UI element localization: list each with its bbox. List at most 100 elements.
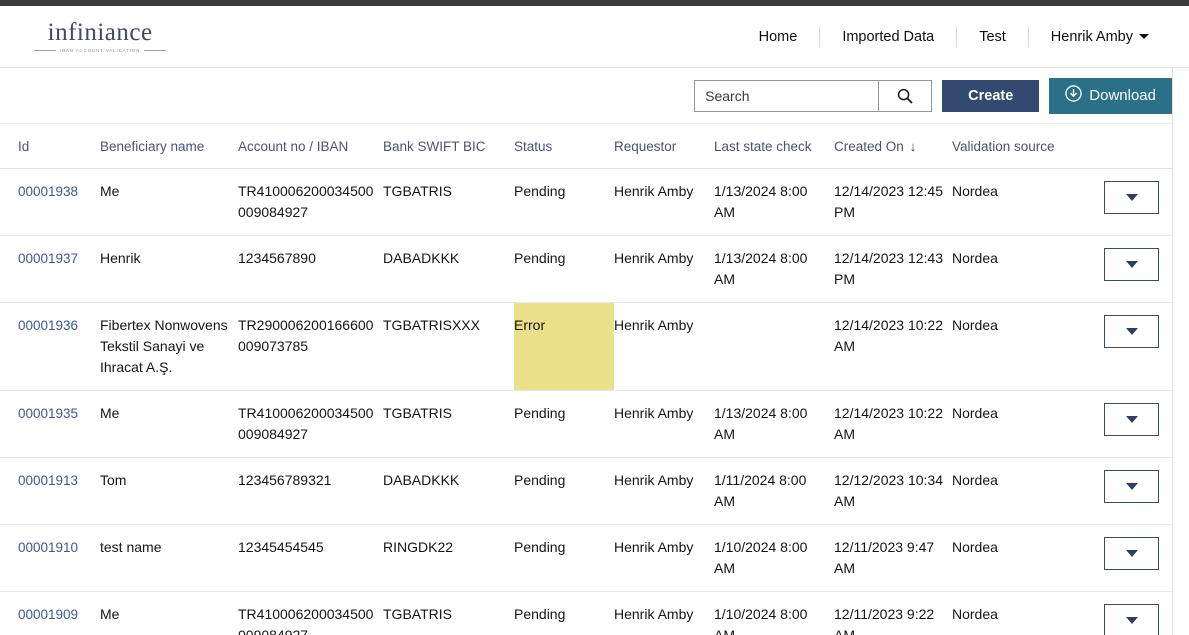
create-button[interactable]: Create <box>942 80 1039 112</box>
cell-created-on: 12/14/2023 12:45 PM <box>834 169 952 236</box>
chevron-down-icon <box>1126 328 1138 335</box>
cell-requestor: Henrik Amby <box>614 169 714 236</box>
user-menu-label: Henrik Amby <box>1051 29 1133 45</box>
cell-bank-swift-bic: TGBATRIS <box>383 592 514 635</box>
row-actions-dropdown-button[interactable] <box>1104 181 1159 214</box>
cell-account-no-iban: TR410006200034500009084927 <box>238 592 383 635</box>
record-id-link[interactable]: 00001936 <box>18 318 78 333</box>
chevron-down-icon <box>1126 261 1138 268</box>
table-row[interactable]: 00001909 MeTR410006200034500009084927TGBA… <box>0 592 1173 635</box>
status-badge: Pending <box>514 458 614 525</box>
nav-item-home[interactable]: Home <box>737 29 820 45</box>
record-id-link[interactable]: 00001935 <box>18 406 78 421</box>
chevron-down-icon <box>1126 416 1138 423</box>
row-actions-dropdown-button[interactable] <box>1104 470 1159 503</box>
cell-account-no-iban: 12345454545 <box>238 525 383 592</box>
cell-last-state-check: 1/13/2024 8:00 AM <box>714 391 834 458</box>
row-actions-dropdown-button[interactable] <box>1104 248 1159 281</box>
chevron-down-icon <box>1126 550 1138 557</box>
chevron-down-icon <box>1126 194 1138 201</box>
chevron-down-icon <box>1126 483 1138 490</box>
page-header: infiniance IBAN ACCOUNT VALIDATION Home … <box>0 6 1189 68</box>
row-actions-dropdown-button[interactable] <box>1104 537 1159 570</box>
cell-validation-source: Nordea <box>952 592 1079 635</box>
brand-rule-left <box>34 50 56 51</box>
cell-requestor: Henrik Amby <box>614 458 714 525</box>
nav-item-imported-data[interactable]: Imported Data <box>820 29 956 45</box>
status-badge: Pending <box>514 592 614 635</box>
column-header-status[interactable]: Status <box>514 124 614 169</box>
cell-actions <box>1079 592 1173 635</box>
cell-created-on: 12/12/2023 10:34 AM <box>834 458 952 525</box>
status-badge: Pending <box>514 236 614 303</box>
table-toolbar: Create Download <box>0 68 1172 124</box>
cell-account-no-iban: TR290006200166600009073785 <box>238 303 383 391</box>
content-frame: Create Download Id <box>0 68 1173 635</box>
download-button[interactable]: Download <box>1049 78 1172 114</box>
cell-id: 00001909 <box>0 592 100 635</box>
download-label: Download <box>1089 87 1156 104</box>
cell-bank-swift-bic: RINGDK22 <box>383 525 514 592</box>
brand-logo[interactable]: infiniance IBAN ACCOUNT VALIDATION <box>0 20 166 53</box>
table-row[interactable]: 00001936 Fibertex Nonwovens Tekstil Sanay… <box>0 303 1173 391</box>
cell-beneficiary-name: Fibertex Nonwovens Tekstil Sanayi ve Ihr… <box>100 303 238 391</box>
cell-last-state-check: 1/10/2024 8:00 AM <box>714 525 834 592</box>
cell-requestor: Henrik Amby <box>614 391 714 458</box>
record-id-link[interactable]: 00001909 <box>18 607 78 622</box>
column-header-bank-swift-bic[interactable]: Bank SWIFT BIC <box>383 124 514 169</box>
cell-created-on: 12/14/2023 10:22 AM <box>834 303 952 391</box>
table-row[interactable]: 00001910 test name12345454545RINGDK22Pend… <box>0 525 1173 592</box>
search-input[interactable] <box>694 80 878 112</box>
status-badge: Pending <box>514 525 614 592</box>
nav-item-test[interactable]: Test <box>957 29 1028 45</box>
cell-validation-source: Nordea <box>952 458 1079 525</box>
search-button[interactable] <box>878 80 932 112</box>
chevron-down-icon <box>1126 617 1138 624</box>
row-actions-dropdown-button[interactable] <box>1104 403 1159 436</box>
cell-last-state-check <box>714 303 834 391</box>
cell-account-no-iban: 1234567890 <box>238 236 383 303</box>
row-actions-dropdown-button[interactable] <box>1104 315 1159 348</box>
cell-last-state-check: 1/11/2024 8:00 AM <box>714 458 834 525</box>
cell-beneficiary-name: Me <box>100 391 238 458</box>
record-id-link[interactable]: 00001910 <box>18 540 78 555</box>
table-row[interactable]: 00001913Tom123456789321DABADKKKPendingHe… <box>0 458 1173 525</box>
table-body: 00001938MeTR410006200034500009084927TGBA… <box>0 169 1173 635</box>
app-root: infiniance IBAN ACCOUNT VALIDATION Home … <box>0 0 1189 635</box>
cell-id: 00001936 <box>0 303 100 391</box>
column-header-created-on[interactable]: Created On↓ <box>834 124 952 169</box>
column-header-id[interactable]: Id <box>0 124 100 169</box>
cell-created-on: 12/11/2023 9:47 AM <box>834 525 952 592</box>
validations-table: Id Beneficiary name Account no / IBAN Ba… <box>0 124 1173 635</box>
cell-requestor: Henrik Amby <box>614 303 714 391</box>
table-row[interactable]: 00001937Henrik1234567890DABADKKKPendingH… <box>0 236 1173 303</box>
brand-tagline-wrap: IBAN ACCOUNT VALIDATION <box>34 48 166 53</box>
table-row[interactable]: 00001935MeTR410006200034500009084927TGBA… <box>0 391 1173 458</box>
cell-bank-swift-bic: DABADKKK <box>383 236 514 303</box>
cell-validation-source: Nordea <box>952 236 1079 303</box>
status-badge: Pending <box>514 169 614 236</box>
cell-bank-swift-bic: DABADKKK <box>383 458 514 525</box>
nav-item-user-menu[interactable]: Henrik Amby <box>1029 29 1171 45</box>
cell-beneficiary-name: Me <box>100 592 238 635</box>
brand-name: infiniance <box>48 20 153 45</box>
column-header-validation-source[interactable]: Validation source <box>952 124 1079 169</box>
table-row[interactable]: 00001938MeTR410006200034500009084927TGBA… <box>0 169 1173 236</box>
row-actions-dropdown-button[interactable] <box>1104 604 1159 635</box>
cell-beneficiary-name: Me <box>100 169 238 236</box>
record-id-link[interactable]: 00001913 <box>18 473 78 488</box>
record-id-link[interactable]: 00001938 <box>18 184 78 199</box>
column-header-requestor[interactable]: Requestor <box>614 124 714 169</box>
record-id-link[interactable]: 00001937 <box>18 251 78 266</box>
search-group <box>694 80 932 112</box>
cell-beneficiary-name: test name <box>100 525 238 592</box>
cell-requestor: Henrik Amby <box>614 592 714 635</box>
column-header-beneficiary-name[interactable]: Beneficiary name <box>100 124 238 169</box>
column-header-account-no-iban[interactable]: Account no / IBAN <box>238 124 383 169</box>
cell-bank-swift-bic: TGBATRIS <box>383 391 514 458</box>
table-header: Id Beneficiary name Account no / IBAN Ba… <box>0 124 1173 169</box>
cell-bank-swift-bic: TGBATRIS <box>383 169 514 236</box>
column-header-last-state-check[interactable]: Last state check <box>714 124 834 169</box>
status-badge: Pending <box>514 391 614 458</box>
cell-beneficiary-name: Tom <box>100 458 238 525</box>
